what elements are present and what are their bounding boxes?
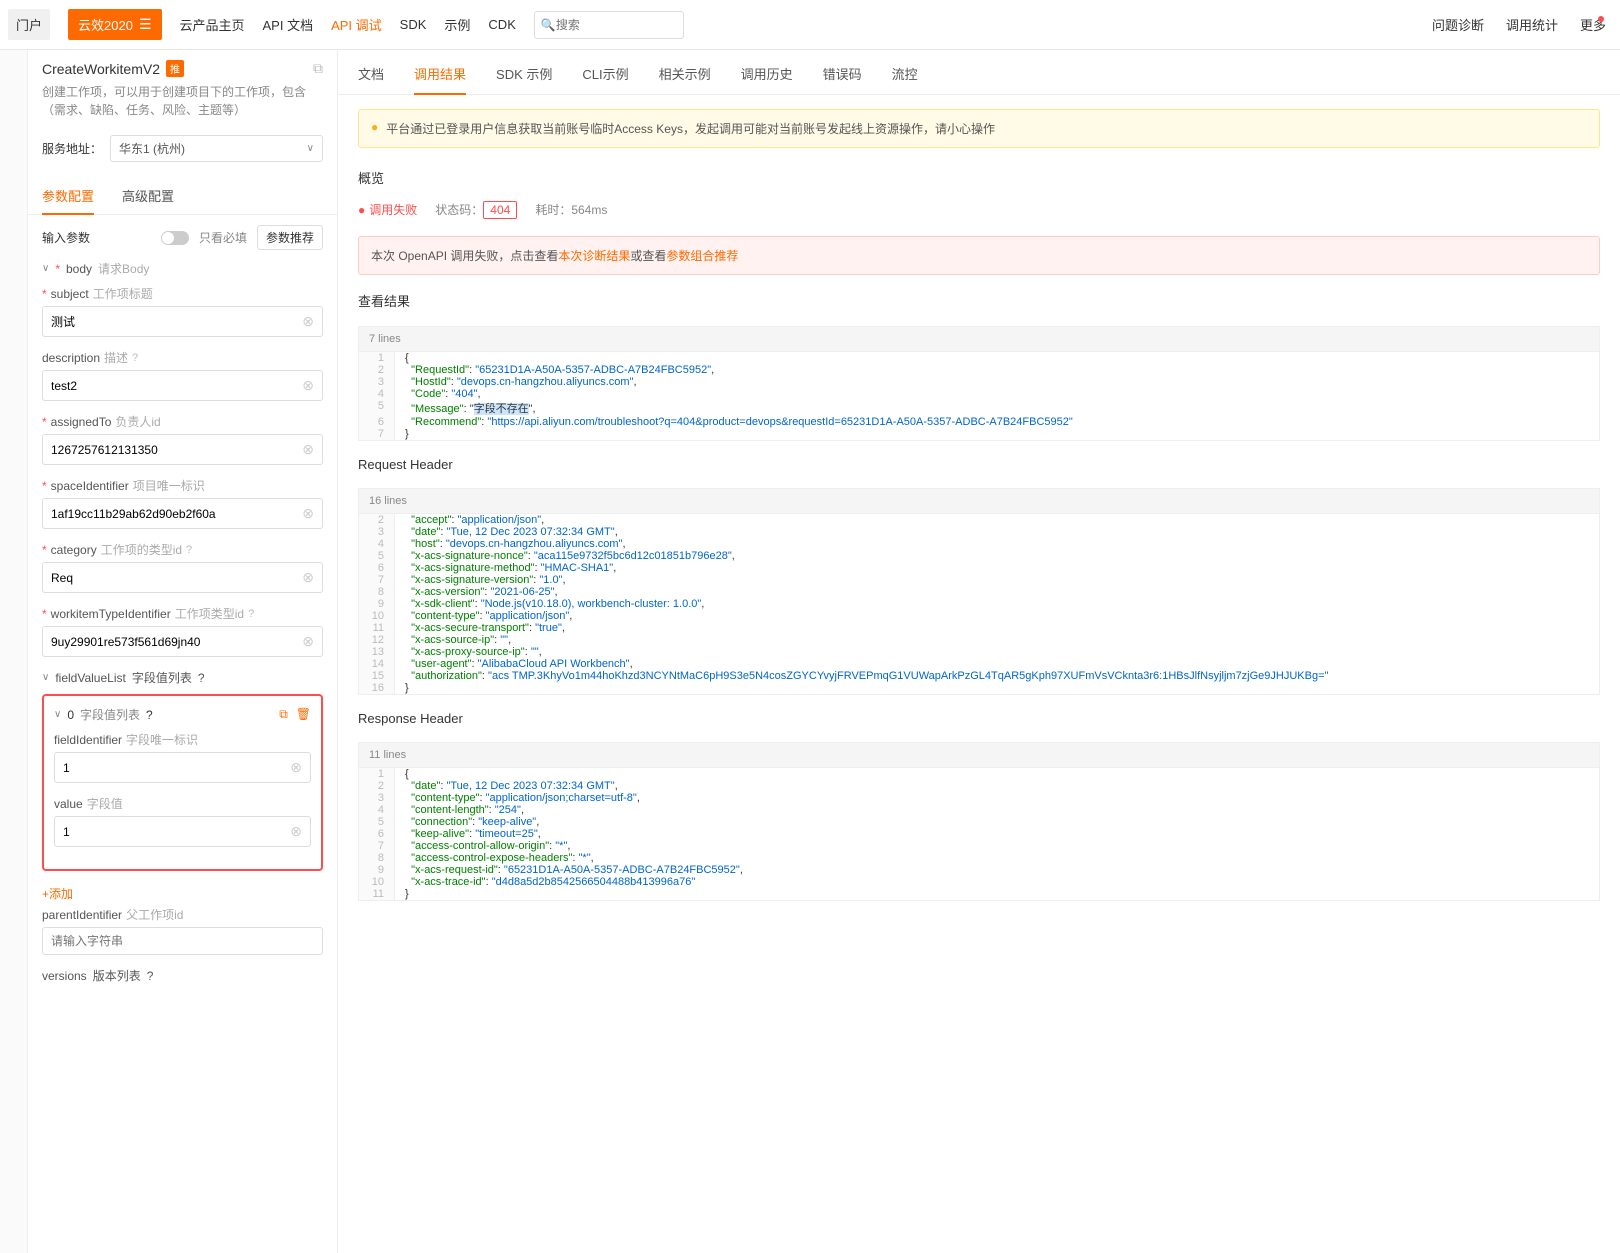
region-select[interactable]: 华东1 (杭州) ∨ xyxy=(110,135,323,162)
nav-cdk[interactable]: CDK xyxy=(488,17,515,32)
fieldvaluelist-expand[interactable]: ∨ fieldValueList 字段值列表 ? xyxy=(42,669,323,686)
category-input[interactable]: ⊗ xyxy=(42,562,323,593)
call-fail-status: ●调用失败 xyxy=(358,201,417,218)
search-input[interactable] xyxy=(556,18,677,32)
menu-icon: ☰ xyxy=(139,16,152,33)
warning-icon: ● xyxy=(371,120,378,137)
chevron-down-icon[interactable]: ∨ xyxy=(54,709,61,720)
copy-icon[interactable]: ⧉ xyxy=(313,60,323,77)
view-result-title: 查看结果 xyxy=(338,285,1620,316)
tab-error-codes[interactable]: 错误码 xyxy=(823,64,862,94)
body-expand[interactable]: ∨ * body 请求Body xyxy=(42,260,323,277)
nav-diagnose[interactable]: 问题诊断 xyxy=(1432,15,1484,34)
copy-item-icon[interactable]: ⧉ xyxy=(279,707,288,722)
request-header-block: 16 lines 2 "accept": "application/json",… xyxy=(358,488,1600,695)
assignedto-input[interactable]: ⊗ xyxy=(42,434,323,465)
field-value-item: ∨ 0 字段值列表 ? ⧉ 🗑 fieldIdentifier字段唯一标识 ⊗ … xyxy=(42,694,323,871)
description-input[interactable]: ⊗ xyxy=(42,370,323,401)
result-tabs: 文档 调用结果 SDK 示例 CLI示例 相关示例 调用历史 错误码 流控 xyxy=(338,50,1620,95)
fail-hint: 本次 OpenAPI 调用失败，点击查看本次诊断结果或查看参数组合推荐 xyxy=(358,236,1600,275)
clear-icon[interactable]: ⊗ xyxy=(302,313,314,330)
clear-icon[interactable]: ⊗ xyxy=(302,633,314,650)
top-nav: 门户 云效2020 ☰ 云产品主页 API 文档 API 调试 SDK 示例 C… xyxy=(0,0,1620,50)
api-badge: 推 xyxy=(166,60,184,77)
tab-throttle[interactable]: 流控 xyxy=(892,64,918,94)
toggle-label: 只看必填 xyxy=(199,229,247,246)
delete-item-icon[interactable]: 🗑 xyxy=(296,707,311,722)
nav-sdk[interactable]: SDK xyxy=(400,17,427,32)
help-icon[interactable]: ? xyxy=(146,708,153,722)
tab-call-result[interactable]: 调用结果 xyxy=(414,64,466,95)
subject-input[interactable]: ⊗ xyxy=(42,306,323,337)
help-icon[interactable]: ? xyxy=(147,969,154,983)
tab-advanced-config[interactable]: 高级配置 xyxy=(122,178,174,214)
search-icon: 🔍 xyxy=(541,18,556,32)
nav-home[interactable]: 云产品主页 xyxy=(180,15,245,34)
nav-examples[interactable]: 示例 xyxy=(444,15,470,34)
tab-param-config[interactable]: 参数配置 xyxy=(42,178,94,215)
result-panel: 文档 调用结果 SDK 示例 CLI示例 相关示例 调用历史 错误码 流控 ● … xyxy=(338,50,1620,1253)
param-panel: CreateWorkitemV2 推 ⧉ 创建工作项，可以用于创建项目下的工作项… xyxy=(28,50,338,1253)
nav-api-debug[interactable]: API 调试 xyxy=(331,15,382,34)
portal-tag[interactable]: 门户 xyxy=(8,9,50,40)
chevron-down-icon: ∨ xyxy=(42,672,49,683)
chevron-down-icon: ∨ xyxy=(307,143,314,154)
param-recommend-link[interactable]: 参数组合推荐 xyxy=(666,249,738,263)
status-code: 404 xyxy=(483,201,517,219)
tab-cli-example[interactable]: CLI示例 xyxy=(582,64,628,94)
parentidentifier-input[interactable] xyxy=(42,927,323,955)
nav-stats[interactable]: 调用统计 xyxy=(1506,15,1558,34)
error-icon: ● xyxy=(358,203,365,217)
api-desc: 创建工作项，可以用于创建项目下的工作项，包含（需求、缺陷、任务、风险、主题等） xyxy=(42,83,323,119)
tab-sdk-example[interactable]: SDK 示例 xyxy=(496,64,552,94)
result-code-block: 7 lines 1{2 "RequestId": "65231D1A-A50A-… xyxy=(358,326,1600,441)
clear-icon[interactable]: ⊗ xyxy=(302,505,314,522)
fieldidentifier-input[interactable]: ⊗ xyxy=(54,752,311,783)
overview-title: 概览 xyxy=(338,162,1620,193)
notification-dot xyxy=(1598,16,1604,22)
clear-icon[interactable]: ⊗ xyxy=(290,823,302,840)
help-icon[interactable]: ? xyxy=(248,608,254,620)
tab-related[interactable]: 相关示例 xyxy=(659,64,711,94)
help-icon[interactable]: ? xyxy=(132,352,138,364)
input-params-title: 输入参数 xyxy=(42,229,90,246)
response-header-block: 11 lines 1{2 "date": "Tue, 12 Dec 2023 0… xyxy=(358,742,1600,901)
param-recommend-button[interactable]: 参数推荐 xyxy=(257,225,323,250)
clear-icon[interactable]: ⊗ xyxy=(302,569,314,586)
clear-icon[interactable]: ⊗ xyxy=(302,377,314,394)
clear-icon[interactable]: ⊗ xyxy=(302,441,314,458)
tab-doc[interactable]: 文档 xyxy=(358,64,384,94)
add-item-button[interactable]: +添加 xyxy=(42,881,323,906)
api-name: CreateWorkitemV2 xyxy=(42,61,160,77)
search-box[interactable]: 🔍 xyxy=(534,11,684,39)
warning-alert: ● 平台通过已登录用户信息获取当前账号临时Access Keys，发起调用可能对… xyxy=(358,109,1600,148)
region-label: 服务地址： xyxy=(42,140,102,157)
workitemtype-input[interactable]: ⊗ xyxy=(42,626,323,657)
value-input[interactable]: ⊗ xyxy=(54,816,311,847)
nav-api-doc[interactable]: API 文档 xyxy=(263,15,314,34)
tab-history[interactable]: 调用历史 xyxy=(741,64,793,94)
left-rail xyxy=(0,50,28,1253)
help-icon[interactable]: ? xyxy=(186,544,192,556)
help-icon[interactable]: ? xyxy=(198,671,205,685)
chevron-down-icon: ∨ xyxy=(42,263,49,274)
spaceidentifier-input[interactable]: ⊗ xyxy=(42,498,323,529)
clear-icon[interactable]: ⊗ xyxy=(290,759,302,776)
response-header-title: Response Header xyxy=(338,705,1620,732)
required-only-toggle[interactable] xyxy=(161,231,189,245)
diagnose-link[interactable]: 本次诊断结果 xyxy=(558,249,630,263)
versions-expand[interactable]: versions 版本列表 ? xyxy=(42,967,323,984)
request-header-title: Request Header xyxy=(338,451,1620,478)
brand-button[interactable]: 云效2020 ☰ xyxy=(68,9,161,40)
